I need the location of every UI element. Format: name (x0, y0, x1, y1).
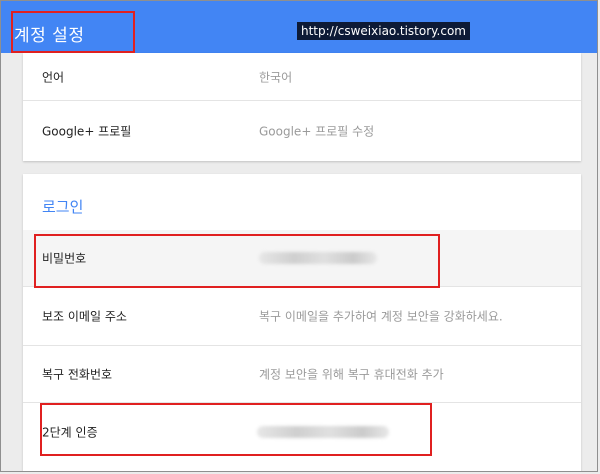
recovery-email-value: 복구 이메일을 추가하여 계정 보안을 강화하세요. (259, 309, 503, 324)
login-section-title: 로그인 (42, 198, 84, 216)
google-plus-profile-value: Google+ 프로필 수정 (259, 124, 375, 139)
general-settings-card: 언어 한국어 Google+ 프로필 Google+ 프로필 수정 (23, 53, 581, 161)
recovery-email-label: 보조 이메일 주소 (42, 309, 127, 324)
highlight-box-title (11, 11, 135, 53)
google-plus-profile-row[interactable]: Google+ 프로필 Google+ 프로필 수정 (23, 101, 581, 161)
blog-watermark: http://csweixiao.tistory.com (297, 22, 470, 40)
recovery-email-row[interactable]: 보조 이메일 주소 복구 이메일을 추가하여 계정 보안을 강화하세요. (23, 287, 581, 346)
screenshot-frame: 계정 설정 http://csweixiao.tistory.com 언어 한국… (0, 0, 598, 472)
recovery-phone-row[interactable]: 복구 전화번호 계정 보안을 위해 복구 휴대전화 추가 (23, 346, 581, 403)
highlight-box-password (34, 234, 440, 288)
recovery-phone-label: 복구 전화번호 (42, 367, 113, 382)
recovery-phone-value: 계정 보안을 위해 복구 휴대전화 추가 (259, 367, 444, 382)
google-plus-profile-label: Google+ 프로필 (42, 124, 132, 139)
highlight-box-two-step (40, 403, 432, 456)
language-label: 언어 (42, 70, 65, 84)
language-row[interactable]: 언어 한국어 (23, 53, 581, 101)
language-value: 한국어 (259, 70, 293, 84)
